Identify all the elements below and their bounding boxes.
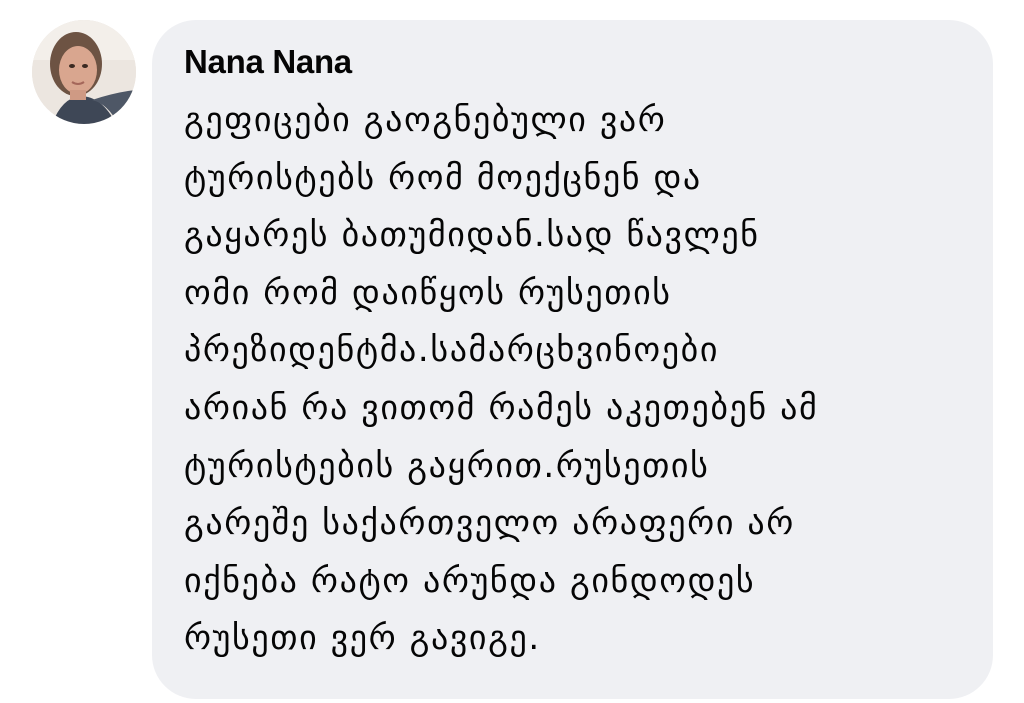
avatar[interactable]	[32, 20, 136, 124]
profile-photo-icon	[32, 20, 136, 124]
comment-author-name[interactable]: Nana Nana	[184, 42, 973, 82]
comment-text-line: ტურისტების გაყრით.რუსეთის	[184, 445, 710, 486]
comment-text-line: ტურისტებს რომ მოექცნენ და	[184, 157, 702, 198]
comment-text-line: გაყარეს ბათუმიდან.სად წავლენ	[184, 215, 760, 256]
comment-text-line: არიან რა ვითომ რამეს აკეთებენ ამ	[184, 387, 819, 428]
comment-bubble: Nana Nana გეფიცები გაოგნებული ვარ ტურისტ…	[152, 20, 993, 699]
comment-text-line: იქნება რატო არუნდა გინდოდეს	[184, 560, 756, 601]
comment-text-line: გეფიცები გაოგნებული ვარ	[184, 100, 667, 140]
comment-text-line: ომი რომ დაიწყოს რუსეთის	[184, 272, 672, 313]
comment-text-line: გარეშე საქართველო არაფერი არ	[184, 503, 795, 544]
comment-text-line: რუსეთი ვერ გავიგე.	[184, 618, 541, 659]
comment-text-line: პრეზიდენტმა.სამარცხვინოები	[184, 330, 720, 371]
comment-text: გეფიცები გაოგნებული ვარ ტურისტებს რომ მო…	[184, 82, 973, 668]
